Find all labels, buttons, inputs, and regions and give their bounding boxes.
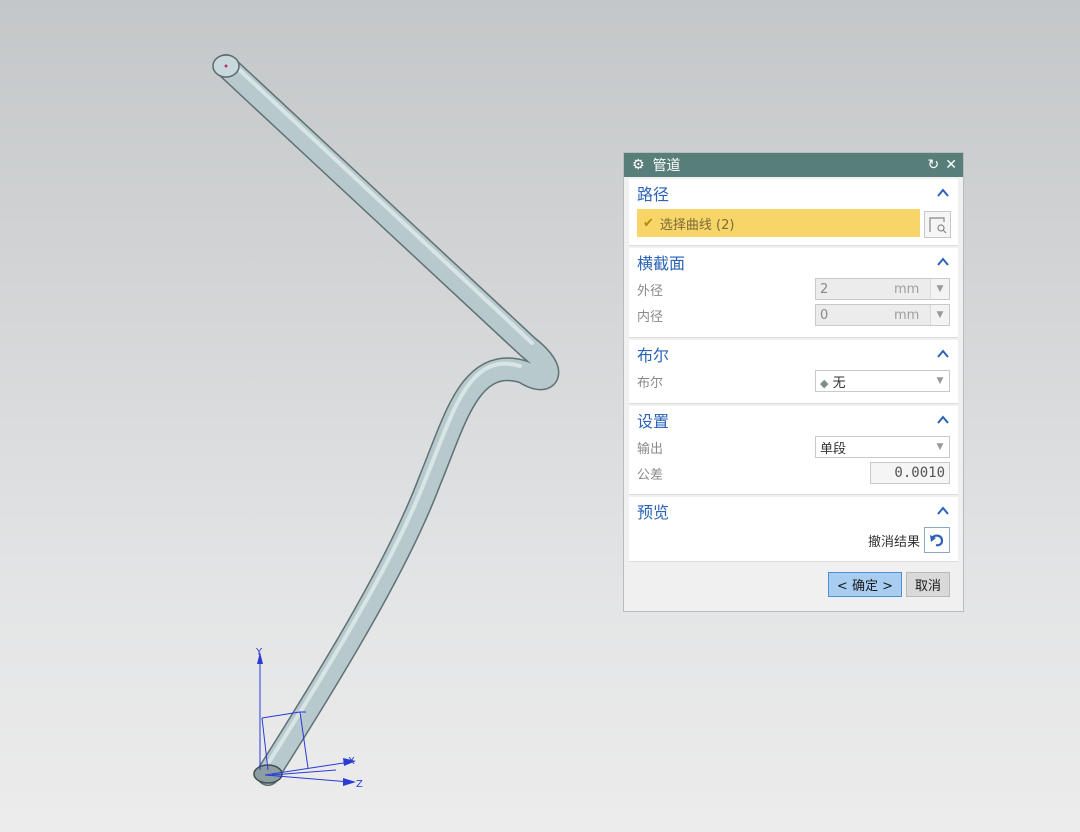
chevron-up-icon[interactable] (936, 504, 950, 518)
reset-icon[interactable]: ↻ (928, 157, 940, 173)
pipe-outline (214, 54, 560, 786)
select-curve-field[interactable]: ✔ 选择曲线 (2) (637, 209, 920, 237)
chevron-down-icon[interactable]: ▼ (931, 437, 949, 457)
curve-pick-icon (929, 217, 947, 234)
undo-result-label: 撤消结果 (867, 534, 920, 550)
tube-dialog: ⚙ 管道 ↻ ✕ 路径 ✔ 选择曲线 (2) 横截面 外径 2 mm ▼ 内径 … (623, 152, 964, 612)
boolean-section-header[interactable]: 布尔 (629, 340, 958, 368)
output-row: 输出 单段 ▼ (629, 434, 958, 460)
triad-z-label: Z (356, 779, 363, 790)
dialog-footer: < 确定 > 取消 (624, 562, 963, 597)
ok-button[interactable]: < 确定 > (827, 572, 902, 597)
output-select[interactable]: 单段 ▼ (815, 436, 950, 458)
inner-diameter-unit: mm (894, 307, 920, 323)
gear-icon[interactable]: ⚙ (632, 157, 645, 173)
pipe-end-center-point (224, 64, 228, 68)
inner-diameter-row: 内径 0 mm ▼ (629, 302, 958, 328)
outer-diameter-input[interactable]: 2 mm ▼ (815, 278, 950, 300)
triad-y-label: Y (255, 647, 263, 658)
triad-x-label: X (348, 756, 355, 767)
preview-section: 预览 撤消结果 (629, 497, 958, 562)
chevron-up-icon[interactable] (936, 255, 950, 269)
settings-section-header[interactable]: 设置 (629, 406, 958, 434)
dialog-title: 管道 (652, 158, 681, 174)
chevron-down-icon[interactable]: ▼ (930, 305, 949, 325)
boolean-section-title: 布尔 (637, 346, 670, 365)
boolean-row: 布尔 ◆ 无 ▼ (629, 368, 958, 394)
close-icon[interactable]: ✕ (945, 157, 957, 173)
curve-rule-button[interactable] (924, 211, 951, 238)
path-section-title: 路径 (637, 185, 670, 204)
preview-section-header[interactable]: 预览 (629, 497, 958, 525)
path-section-header[interactable]: 路径 (629, 179, 958, 207)
pipe-body (215, 55, 558, 785)
undo-result-button[interactable] (924, 527, 950, 553)
select-curve-label: 选择曲线 (2) (659, 217, 735, 233)
settings-section: 设置 输出 单段 ▼ 公差 0.0010 (629, 406, 958, 495)
inner-diameter-value: 0 (820, 307, 829, 323)
check-icon: ✔ (643, 215, 654, 231)
tolerance-row: 公差 0.0010 (629, 460, 958, 486)
undo-result-row: 撤消结果 (629, 525, 958, 561)
outer-diameter-unit: mm (894, 281, 920, 297)
chevron-down-icon[interactable]: ▼ (931, 371, 949, 391)
outer-diameter-label: 外径 (637, 283, 664, 299)
cross-section-section: 横截面 外径 2 mm ▼ 内径 0 mm ▼ (629, 248, 958, 338)
pipe-model[interactable] (212, 54, 560, 786)
output-label: 输出 (637, 441, 664, 457)
boolean-label: 布尔 (637, 375, 664, 391)
undo-icon (930, 534, 944, 547)
chevron-up-icon[interactable] (936, 413, 950, 427)
outer-diameter-value: 2 (820, 281, 829, 297)
path-section: 路径 ✔ 选择曲线 (2) (629, 179, 958, 246)
tolerance-input[interactable]: 0.0010 (870, 462, 950, 484)
dialog-titlebar[interactable]: ⚙ 管道 ↻ ✕ (624, 153, 963, 177)
boolean-none-icon: ◆ (820, 376, 829, 390)
chevron-up-icon[interactable] (936, 347, 950, 361)
boolean-section: 布尔 布尔 ◆ 无 ▼ (629, 340, 958, 404)
cross-section-title: 横截面 (637, 254, 686, 273)
cancel-button[interactable]: 取消 (905, 572, 950, 597)
settings-section-title: 设置 (637, 412, 670, 431)
preview-section-title: 预览 (637, 503, 670, 522)
inner-diameter-label: 内径 (637, 309, 664, 325)
inner-diameter-input[interactable]: 0 mm ▼ (815, 304, 950, 326)
chevron-down-icon[interactable]: ▼ (930, 279, 949, 299)
boolean-value: 无 (832, 375, 846, 391)
boolean-value-wrap: ◆ 无 (816, 372, 931, 391)
pipe-highlight (229, 60, 534, 772)
cross-section-header[interactable]: 横截面 (629, 248, 958, 276)
tolerance-label: 公差 (637, 467, 664, 483)
output-value: 单段 (820, 441, 847, 457)
outer-diameter-row: 外径 2 mm ▼ (629, 276, 958, 302)
boolean-select[interactable]: ◆ 无 ▼ (815, 370, 950, 392)
chevron-up-icon[interactable] (936, 186, 950, 200)
